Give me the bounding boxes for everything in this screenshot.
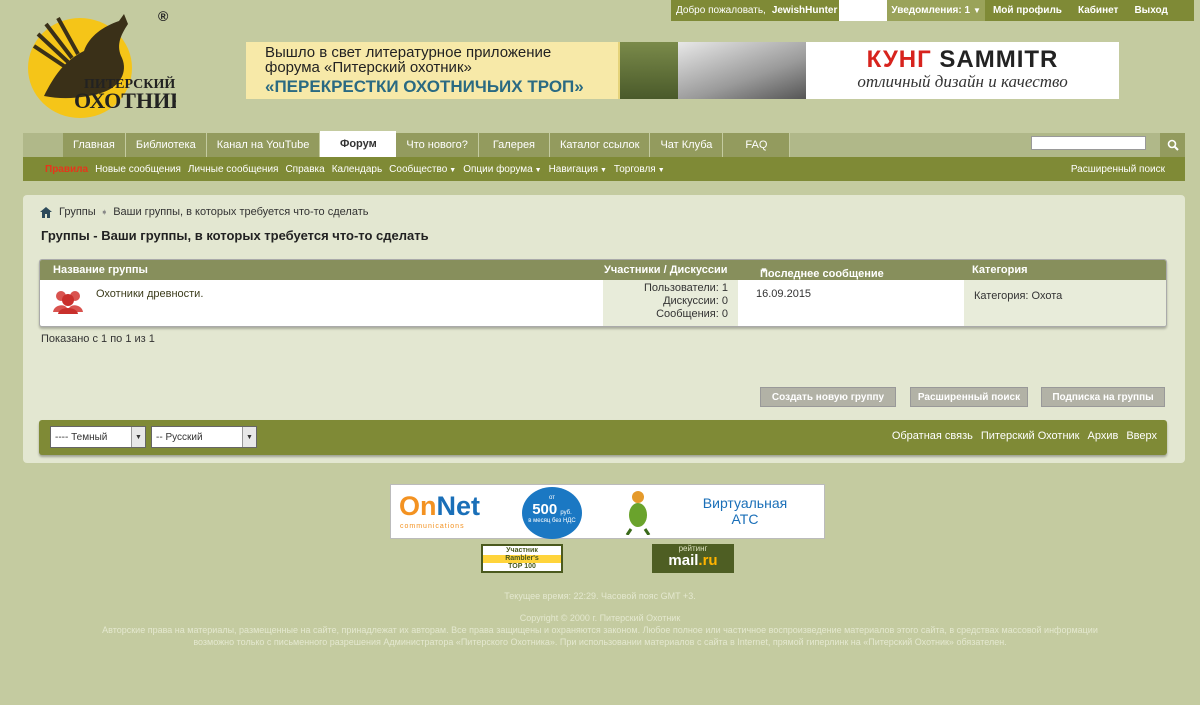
subnav-trade[interactable]: Торговля ▼ — [614, 164, 665, 175]
subnav-new-posts[interactable]: Новые сообщения — [95, 164, 181, 175]
my-profile-link[interactable]: Мой профиль — [985, 5, 1070, 16]
subnav-rules[interactable]: Правила — [45, 164, 88, 175]
table-row: Охотники древности. Пользователи: 1 Диск… — [40, 280, 1166, 326]
current-time: Текущее время: 22:29. Часовой пояс GMT +… — [504, 591, 696, 601]
tab-youtube[interactable]: Канал на YouTube — [206, 133, 321, 157]
frog-mascot-icon — [625, 491, 651, 535]
header-members[interactable]: Участники / Дискуссии — [604, 264, 728, 276]
chevron-down-icon: ▼ — [599, 166, 607, 174]
home-site-link[interactable]: Питерский Охотник — [981, 430, 1080, 442]
category-cell: Категория: Охота — [964, 280, 1166, 326]
breadcrumb-groups[interactable]: Группы — [59, 206, 96, 218]
tab-whats-new[interactable]: Что нового? — [396, 133, 479, 157]
pagination-info: Показано с 1 по 1 из 1 — [41, 333, 155, 345]
welcome-text: Добро пожаловать, — [676, 5, 766, 16]
search-button[interactable] — [1160, 133, 1185, 157]
rights-text-2: возможно только с письменного разрешения… — [193, 637, 1007, 647]
book-ad: Вышло в свет литературное приложение фор… — [246, 42, 678, 99]
breadcrumb-current: Ваши группы, в которых требуется что-то … — [113, 206, 369, 218]
header-last-post[interactable]: Последнее сообщение ▼ — [760, 264, 884, 280]
chevron-down-icon: ▼ — [973, 6, 981, 15]
onnet-logo: OnNet — [399, 491, 481, 521]
breadcrumb-separator-icon: ➧ — [100, 206, 109, 217]
registered-mark: ® — [158, 8, 169, 24]
table-header: Название группы Участники / Дискуссии По… — [40, 260, 1166, 280]
groups-table: Название группы Участники / Дискуссии По… — [39, 259, 1167, 327]
tab-gallery[interactable]: Галерея — [478, 133, 551, 157]
footer-links: Обратная связь Питерский Охотник Архив В… — [884, 430, 1157, 442]
breadcrumb: Группы ➧ Ваши группы, в которых требуетс… — [40, 206, 368, 218]
copyright: Copyright © 2000 г. Питерский Охотник — [519, 613, 681, 623]
advanced-search-link[interactable]: Расширенный поиск — [1071, 164, 1165, 175]
tab-home[interactable]: Главная — [63, 133, 126, 157]
username-link[interactable]: JewishHunter — [772, 5, 838, 16]
subnav-private-messages[interactable]: Личные сообщения — [188, 164, 279, 175]
cabinet-link[interactable]: Кабинет — [1070, 5, 1126, 16]
sub-nav: Правила Новые сообщения Личные сообщения… — [23, 157, 1185, 181]
chevron-down-icon: ▼ — [131, 427, 145, 447]
search-icon — [1167, 139, 1179, 151]
subscribe-groups-button[interactable]: Подписка на группы — [1041, 387, 1165, 407]
rambler-counter[interactable]: Участник Rambler's TOP 100 — [481, 544, 563, 573]
subnav-navigation[interactable]: Навигация ▼ — [549, 164, 607, 175]
main-nav: Главная Библиотека Канал на YouTube Фору… — [23, 131, 1185, 157]
subnav-forum-options[interactable]: Опции форума ▼ — [463, 164, 541, 175]
chevron-down-icon: ▼ — [657, 166, 665, 174]
feedback-link[interactable]: Обратная связь — [892, 430, 973, 442]
logout-link[interactable]: Выход — [1126, 5, 1175, 16]
subnav-community[interactable]: Сообщество ▼ — [389, 164, 456, 175]
subnav-help[interactable]: Справка — [285, 164, 324, 175]
svg-text:ОХОТНИК: ОХОТНИК — [74, 88, 176, 113]
car-image — [678, 42, 806, 99]
advanced-search-button[interactable]: Расширенный поиск — [910, 387, 1028, 407]
redacted-area — [839, 0, 888, 21]
tab-links-catalog[interactable]: Каталог ссылок — [550, 133, 651, 157]
create-group-button[interactable]: Создать новую группу — [760, 387, 896, 407]
site-logo[interactable]: ПИТЕРСКИЙ ОХОТНИК — [24, 6, 186, 120]
footer-bar: ---- Темный ▼ -- Русский ▼ Обратная связь … — [39, 420, 1167, 455]
last-post-date: 16.09.2015 — [756, 288, 812, 300]
user-bar: Добро пожаловать, JewishHunter Уведомлен… — [671, 0, 1194, 21]
nav-tabs: Главная Библиотека Канал на YouTube Фору… — [63, 131, 791, 157]
header-category[interactable]: Категория — [972, 264, 1028, 276]
header-group-name[interactable]: Название группы — [53, 264, 148, 276]
style-select[interactable]: ---- Темный ▼ — [50, 426, 146, 448]
mailru-counter[interactable]: рейтинг mail.ru — [652, 544, 734, 573]
price-badge: от 500 руб. в месяц без НДС — [522, 487, 582, 539]
grouse-logo-icon: ПИТЕРСКИЙ ОХОТНИК — [28, 14, 186, 118]
chevron-down-icon: ▼ — [534, 166, 542, 174]
kung-ad: КУНГ SAMMITR отличный дизайн и качество — [806, 42, 1119, 99]
page-title: Группы - Ваши группы, в которых требуетс… — [41, 228, 429, 243]
language-select[interactable]: -- Русский ▼ — [151, 426, 257, 448]
tab-forum[interactable]: Форум — [320, 131, 397, 157]
category-link[interactable]: Категория: Охота — [974, 290, 1062, 302]
book-cover-image — [618, 42, 678, 99]
top-banner-ad[interactable]: Вышло в свет литературное приложение фор… — [246, 42, 1119, 99]
home-icon[interactable] — [40, 206, 52, 218]
notifications-menu[interactable]: Уведомления: 1 ▼ — [887, 0, 985, 21]
search-input[interactable] — [1031, 136, 1146, 150]
top-link[interactable]: Вверх — [1126, 430, 1157, 442]
chevron-down-icon: ▼ — [242, 427, 256, 447]
tab-library[interactable]: Библиотека — [125, 133, 207, 157]
rights-text-1: Авторские права на материалы, размещенны… — [102, 625, 1098, 635]
onnet-ad[interactable]: OnNet communications от 500 руб. в месяц… — [390, 484, 825, 539]
main-panel: Группы ➧ Ваши группы, в которых требуетс… — [23, 195, 1185, 463]
subnav-calendar[interactable]: Календарь — [332, 164, 382, 175]
members-cell: Пользователи: 1 Дискуссии: 0 Сообщения: … — [603, 280, 738, 326]
tab-club-chat[interactable]: Чат Клуба — [650, 133, 724, 157]
group-icon — [53, 291, 83, 314]
group-name-link[interactable]: Охотники древности. — [96, 288, 203, 300]
tab-faq[interactable]: FAQ — [723, 133, 791, 157]
chevron-down-icon: ▼ — [449, 166, 457, 174]
archive-link[interactable]: Архив — [1088, 430, 1119, 442]
